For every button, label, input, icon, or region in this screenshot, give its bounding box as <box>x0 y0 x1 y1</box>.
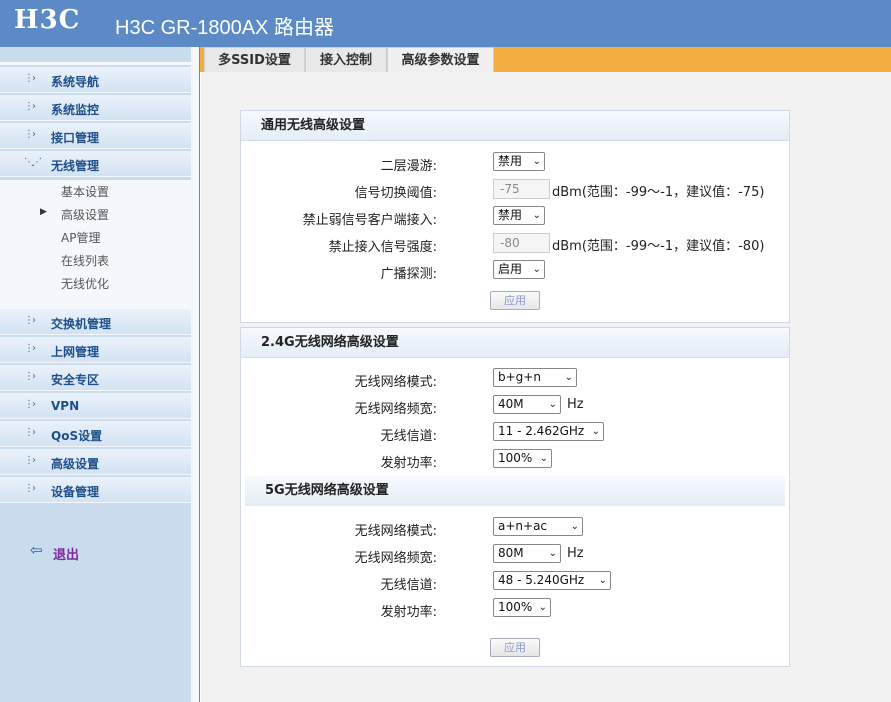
roaming-select[interactable]: 禁用 ⌄ <box>493 152 545 171</box>
weak-client-select[interactable]: 禁用 ⌄ <box>493 206 545 225</box>
main-content: 通用无线高级设置 二层漫游: 禁用 ⌄ 信号切换阈值: -75 dBm(范围：-… <box>201 72 891 702</box>
submenu-item-ap[interactable]: AP管理 <box>61 229 100 246</box>
mode-5-label: 无线网络模式: <box>354 524 437 539</box>
sidebar-item-internet[interactable]: ⋮› 上网管理 <box>0 337 191 363</box>
bandwidth-5-label: 无线网络频宽: <box>354 551 437 566</box>
power-5-select[interactable]: 100% ⌄ <box>493 598 551 617</box>
mode-24-select[interactable]: b+g+n ⌄ <box>493 368 577 387</box>
roaming-label: 二层漫游: <box>380 159 437 174</box>
expand-arrow-icon: ⋮› <box>24 455 36 466</box>
chevron-down-icon: ⌄ <box>570 521 579 532</box>
channel-5-label: 无线信道: <box>380 578 437 593</box>
sidebar-item-label: VPN <box>51 399 80 413</box>
sidebar-item-label: 系统导航 <box>51 75 100 89</box>
sidebar-item-label: 无线管理 <box>51 159 100 173</box>
sidebar-item-label: 交换机管理 <box>51 317 112 331</box>
sidebar-item-label: QoS设置 <box>51 429 103 443</box>
expand-arrow-icon: ⋮› <box>24 343 36 354</box>
tab-access-control[interactable]: 接入控制 <box>305 47 387 72</box>
channel-24-select[interactable]: 11 - 2.462GHz ⌄ <box>493 422 604 441</box>
sidebar-item-interface[interactable]: ⋮› 接口管理 <box>0 123 191 149</box>
expand-arrow-icon: ⋮› <box>24 371 36 382</box>
expand-arrow-icon: ⋮› <box>24 315 36 326</box>
channel-24-label: 无线信道: <box>380 429 437 444</box>
chevron-down-icon: ⌄ <box>532 264 541 275</box>
power-24-label: 发射功率: <box>380 456 437 471</box>
submenu-item-basic[interactable]: 基本设置 <box>61 183 109 200</box>
collapse-arrow-icon: ⋱⋰ <box>24 157 42 168</box>
apply-button[interactable]: 应用 <box>490 638 540 657</box>
tab-bar: 多SSID设置 接入控制 高级参数设置 <box>200 47 891 72</box>
chevron-down-icon: ⌄ <box>564 372 573 383</box>
sidebar-item-label: 接口管理 <box>51 131 100 145</box>
chevron-down-icon: ⌄ <box>548 548 557 559</box>
sidebar-item-vpn[interactable]: ⋮› VPN <box>0 393 191 419</box>
bandwidth-5-select[interactable]: 80M ⌄ <box>493 544 561 563</box>
sidebar-item-switch[interactable]: ⋮› 交换机管理 <box>0 309 191 335</box>
chevron-down-icon: ⌄ <box>532 210 541 221</box>
logout-icon[interactable]: ⇦ <box>30 541 43 559</box>
broadcast-probe-label: 广播探测: <box>380 267 437 282</box>
apply-button[interactable]: 应用 <box>490 291 540 310</box>
sidebar-item-label: 高级设置 <box>51 457 100 471</box>
bandwidth-24-unit: Hz <box>567 397 584 412</box>
submenu-item-optimize[interactable]: 无线优化 <box>61 275 109 292</box>
logout-link[interactable]: 退出 <box>53 544 79 563</box>
sidebar-item-label: 安全专区 <box>51 373 100 387</box>
tab-multi-ssid[interactable]: 多SSID设置 <box>204 47 305 72</box>
section-title-5g: 5G无线网络高级设置 <box>245 476 785 506</box>
access-strength-input[interactable]: -80 <box>493 233 550 253</box>
tab-advanced-params[interactable]: 高级参数设置 <box>387 47 494 72</box>
sidebar-item-label: 设备管理 <box>51 485 100 499</box>
expand-arrow-icon: ⋮› <box>24 101 36 112</box>
general-settings-panel: 通用无线高级设置 二层漫游: 禁用 ⌄ 信号切换阈值: -75 dBm(范围：-… <box>240 110 790 323</box>
panel-title: 2.4G无线网络高级设置 <box>241 328 789 358</box>
brand-logo: H3C <box>14 5 81 35</box>
sidebar-item-system-monitor[interactable]: ⋮› 系统监控 <box>0 95 191 121</box>
chevron-down-icon: ⌄ <box>532 156 541 167</box>
mode-24-label: 无线网络模式: <box>354 375 437 390</box>
submenu-item-advanced[interactable]: 高级设置 <box>61 206 109 223</box>
submenu-item-online-list[interactable]: 在线列表 <box>61 252 109 269</box>
power-5-label: 发射功率: <box>380 605 437 620</box>
app-header: H3C H3C GR-1800AX 路由器 <box>0 0 891 47</box>
sidebar-item-wireless[interactable]: ⋱⋰ 无线管理 <box>0 151 191 177</box>
sidebar-item-security[interactable]: ⋮› 安全专区 <box>0 365 191 391</box>
sidebar: ⋮› 系统导航 ⋮› 系统监控 ⋮› 接口管理 ⋱⋰ 无线管理 基本设置 ▶ 高… <box>0 47 200 702</box>
access-strength-label: 禁止接入信号强度: <box>328 240 437 255</box>
switch-threshold-input[interactable]: -75 <box>493 179 550 199</box>
chevron-down-icon: ⌄ <box>538 602 547 613</box>
expand-arrow-icon: ⋮› <box>24 73 36 84</box>
panel-title: 通用无线高级设置 <box>241 111 789 141</box>
power-24-select[interactable]: 100% ⌄ <box>493 449 552 468</box>
chevron-down-icon: ⌄ <box>548 399 557 410</box>
band-settings-panel: 2.4G无线网络高级设置 无线网络模式: b+g+n ⌄ 无线网络频宽: 40M… <box>240 327 790 667</box>
sidebar-item-device[interactable]: ⋮› 设备管理 <box>0 477 191 503</box>
access-strength-hint: dBm(范围：-99～-1，建议值：-80) <box>552 239 765 254</box>
expand-arrow-icon: ⋮› <box>24 399 36 410</box>
bandwidth-24-select[interactable]: 40M ⌄ <box>493 395 561 414</box>
active-marker-icon: ▶ <box>40 207 47 217</box>
expand-arrow-icon: ⋮› <box>24 427 36 438</box>
sidebar-item-system-nav[interactable]: ⋮› 系统导航 <box>0 67 191 93</box>
chevron-down-icon: ⌄ <box>539 453 548 464</box>
app-title: H3C GR-1800AX 路由器 <box>115 17 334 39</box>
sidebar-item-advanced[interactable]: ⋮› 高级设置 <box>0 449 191 475</box>
expand-arrow-icon: ⋮› <box>24 129 36 140</box>
chevron-down-icon: ⌄ <box>598 575 607 586</box>
bandwidth-24-label: 无线网络频宽: <box>354 402 437 417</box>
sidebar-item-label: 上网管理 <box>51 345 100 359</box>
switch-threshold-label: 信号切换阈值: <box>354 186 437 201</box>
bandwidth-5-unit: Hz <box>567 546 584 561</box>
channel-5-select[interactable]: 48 - 5.240GHz ⌄ <box>493 571 611 590</box>
weak-client-label: 禁止弱信号客户端接入: <box>302 213 437 228</box>
sidebar-item-qos[interactable]: ⋮› QoS设置 <box>0 421 191 447</box>
sidebar-item-label: 系统监控 <box>51 103 100 117</box>
broadcast-probe-select[interactable]: 启用 ⌄ <box>493 260 545 279</box>
switch-threshold-hint: dBm(范围：-99～-1，建议值：-75) <box>552 185 765 200</box>
mode-5-select[interactable]: a+n+ac ⌄ <box>493 517 583 536</box>
chevron-down-icon: ⌄ <box>591 426 600 437</box>
expand-arrow-icon: ⋮› <box>24 483 36 494</box>
